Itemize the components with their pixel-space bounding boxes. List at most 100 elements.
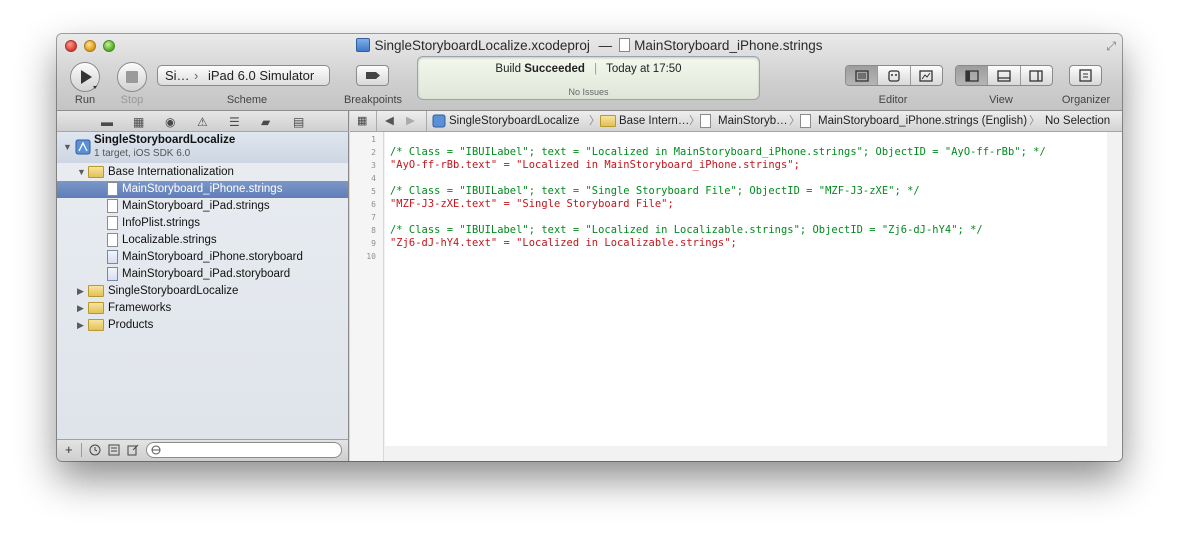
log-navigator-icon[interactable]: ▤ <box>293 115 304 129</box>
folder-icon <box>88 302 104 314</box>
clock-icon[interactable] <box>89 444 101 456</box>
document-icon <box>619 38 631 52</box>
debug-navigator-icon[interactable]: ☰ <box>229 115 240 129</box>
navigator-panel-icon <box>965 69 979 82</box>
disclosure-collapsed-icon[interactable]: ▶ <box>77 317 84 334</box>
scheme-chevron-icon: › <box>194 68 199 83</box>
group-singlestoryboardlocalize[interactable]: ▶ SingleStoryboardLocalize <box>57 283 348 300</box>
file-mainstoryboard-ipad-storyboard[interactable]: MainStoryboard_iPad.storyboard <box>57 266 348 283</box>
window-title-separator: — <box>598 38 613 53</box>
version-editor-button[interactable] <box>911 66 942 85</box>
symbol-navigator-icon[interactable]: ▦ <box>133 115 144 129</box>
folder-icon <box>88 285 104 297</box>
file-infoplist-strings[interactable]: InfoPlist.strings <box>57 215 348 232</box>
edited-files-icon[interactable] <box>127 444 139 456</box>
filter-icon[interactable] <box>108 444 120 456</box>
disclosure-collapsed-icon[interactable]: ▶ <box>77 300 84 317</box>
jumpbar-chevron-icon: 〉 <box>789 115 800 127</box>
tree-item-label: InfoPlist.strings <box>122 217 200 229</box>
search-navigator-icon[interactable]: ◉ <box>165 115 175 129</box>
stop-icon <box>126 71 138 83</box>
version-editor-icon <box>919 69 933 82</box>
forward-icon[interactable]: ▶ <box>406 111 415 131</box>
play-icon <box>81 70 97 89</box>
related-items-icon[interactable]: ▦ <box>357 111 367 131</box>
scheme-label: Scheme <box>226 94 268 106</box>
group-base-internationalization[interactable]: ▼ Base Internationalization <box>57 164 348 181</box>
xcodeproj-icon <box>356 38 371 52</box>
standard-editor-button[interactable] <box>846 66 879 85</box>
stop-button[interactable] <box>117 62 147 92</box>
jumpbar-item-variant-group[interactable]: MainStoryb… <box>718 111 788 131</box>
project-row[interactable]: ▼ SingleStoryboardLocalize 1 target, iOS… <box>57 132 348 163</box>
project-navigator: ▼ SingleStoryboardLocalize 1 target, iOS… <box>57 132 349 439</box>
xcodeproj-icon <box>75 139 91 155</box>
file-icon <box>800 114 811 128</box>
issues-status[interactable]: No Issues <box>418 87 759 97</box>
editor-mode-control <box>845 65 943 86</box>
project-navigator-icon[interactable]: ▬ <box>101 115 113 129</box>
jumpbar-item-project[interactable]: SingleStoryboardLocalize <box>449 111 579 131</box>
strings-file-icon <box>107 233 118 247</box>
navigator-selector-bar: ▬ ▦ ◉ ⚠ ☰ ▰ ▤ <box>57 111 349 132</box>
breakpoints-label: Breakpoints <box>343 94 403 106</box>
jumpbar-item-selection[interactable]: No Selection <box>1045 111 1110 131</box>
filter-search-field[interactable] <box>146 442 342 458</box>
toolbar: SingleStoryboardLocalize.xcodeproj — Main… <box>57 34 1122 111</box>
utilities-panel-icon <box>1029 69 1043 82</box>
line-number: 2 <box>371 148 376 157</box>
code-line-string: "MZF-J3-zXE.text" = "Single Storyboard F… <box>390 198 674 210</box>
build-time: Today at 17:50 <box>606 63 682 75</box>
run-button[interactable] <box>70 62 100 92</box>
jumpbar-item-file[interactable]: MainStoryboard_iPhone.strings (English) <box>818 111 1027 131</box>
standard-editor-icon <box>855 69 869 82</box>
build-status: Succeeded <box>524 63 585 75</box>
organizer-button[interactable] <box>1069 65 1102 86</box>
code-line-string: "AyO-ff-rBb.text" = "Localized in MainSt… <box>390 159 800 171</box>
view-control <box>955 65 1053 86</box>
disclosure-expanded-icon[interactable]: ▼ <box>63 142 72 152</box>
xcodeproj-icon <box>432 114 446 128</box>
line-number-gutter: 1 2 3 4 5 6 7 8 9 10 <box>350 132 384 461</box>
jumpbar-item-group[interactable]: Base Intern… <box>619 111 689 131</box>
jumpbar-divider <box>426 111 427 131</box>
file-mainstoryboard-ipad-strings[interactable]: MainStoryboard_iPad.strings <box>57 198 348 215</box>
line-number: 7 <box>371 213 376 222</box>
file-localizable-strings[interactable]: Localizable.strings <box>57 232 348 249</box>
disclosure-expanded-icon[interactable]: ▼ <box>77 164 86 181</box>
navigator-filter-bar: + <box>57 439 349 461</box>
tree-item-label: MainStoryboard_iPhone.storyboard <box>122 251 303 263</box>
back-icon[interactable]: ◀ <box>385 111 394 131</box>
source-editor: 1 2 3 4 5 6 7 8 9 10 /* Class = "IBUILab… <box>350 132 1122 461</box>
file-mainstoryboard-iphone-storyboard[interactable]: MainStoryboard_iPhone.storyboard <box>57 249 348 266</box>
tree-item-label: MainStoryboard_iPhone.strings <box>122 183 283 195</box>
jumpbar-divider <box>376 111 377 131</box>
folder-icon <box>88 319 104 331</box>
toggle-navigator-button[interactable] <box>956 66 989 85</box>
strings-file-icon <box>107 216 118 230</box>
file-mainstoryboard-iphone-strings[interactable]: MainStoryboard_iPhone.strings <box>57 181 348 198</box>
line-number: 5 <box>371 187 376 196</box>
jump-bar: ▦ ◀ ▶ SingleStoryboardLocalize 〉 Base In… <box>350 111 1122 132</box>
jumpbar-chevron-icon: 〉 <box>589 115 600 127</box>
scheme-popup[interactable]: Si… › iPad 6.0 Simulator <box>157 65 330 86</box>
disclosure-collapsed-icon[interactable]: ▶ <box>77 283 84 300</box>
add-icon[interactable]: + <box>65 442 73 457</box>
tree-item-label: SingleStoryboardLocalize <box>108 285 239 297</box>
group-frameworks[interactable]: ▶ Frameworks <box>57 300 348 317</box>
group-products[interactable]: ▶ Products <box>57 317 348 334</box>
assistant-editor-button[interactable] <box>878 66 911 85</box>
toggle-debug-area-button[interactable] <box>988 66 1021 85</box>
fullscreen-icon[interactable]: ⤢ <box>1106 39 1116 54</box>
code-text-area[interactable]: /* Class = "IBUILabel"; text = "Localize… <box>385 132 1107 446</box>
tree-item-label: Localizable.strings <box>122 234 217 246</box>
project-subtitle: 1 target, iOS SDK 6.0 <box>94 148 191 159</box>
jumpbar-chevron-icon: 〉 <box>1029 115 1040 127</box>
toggle-utilities-button[interactable] <box>1021 66 1052 85</box>
breakpoints-button[interactable] <box>356 65 389 86</box>
breakpoint-navigator-icon[interactable]: ▰ <box>261 115 270 129</box>
issue-navigator-icon[interactable]: ⚠ <box>197 115 208 129</box>
breakpoint-icon <box>366 72 380 79</box>
line-number: 4 <box>371 174 376 183</box>
line-number: 9 <box>371 239 376 248</box>
